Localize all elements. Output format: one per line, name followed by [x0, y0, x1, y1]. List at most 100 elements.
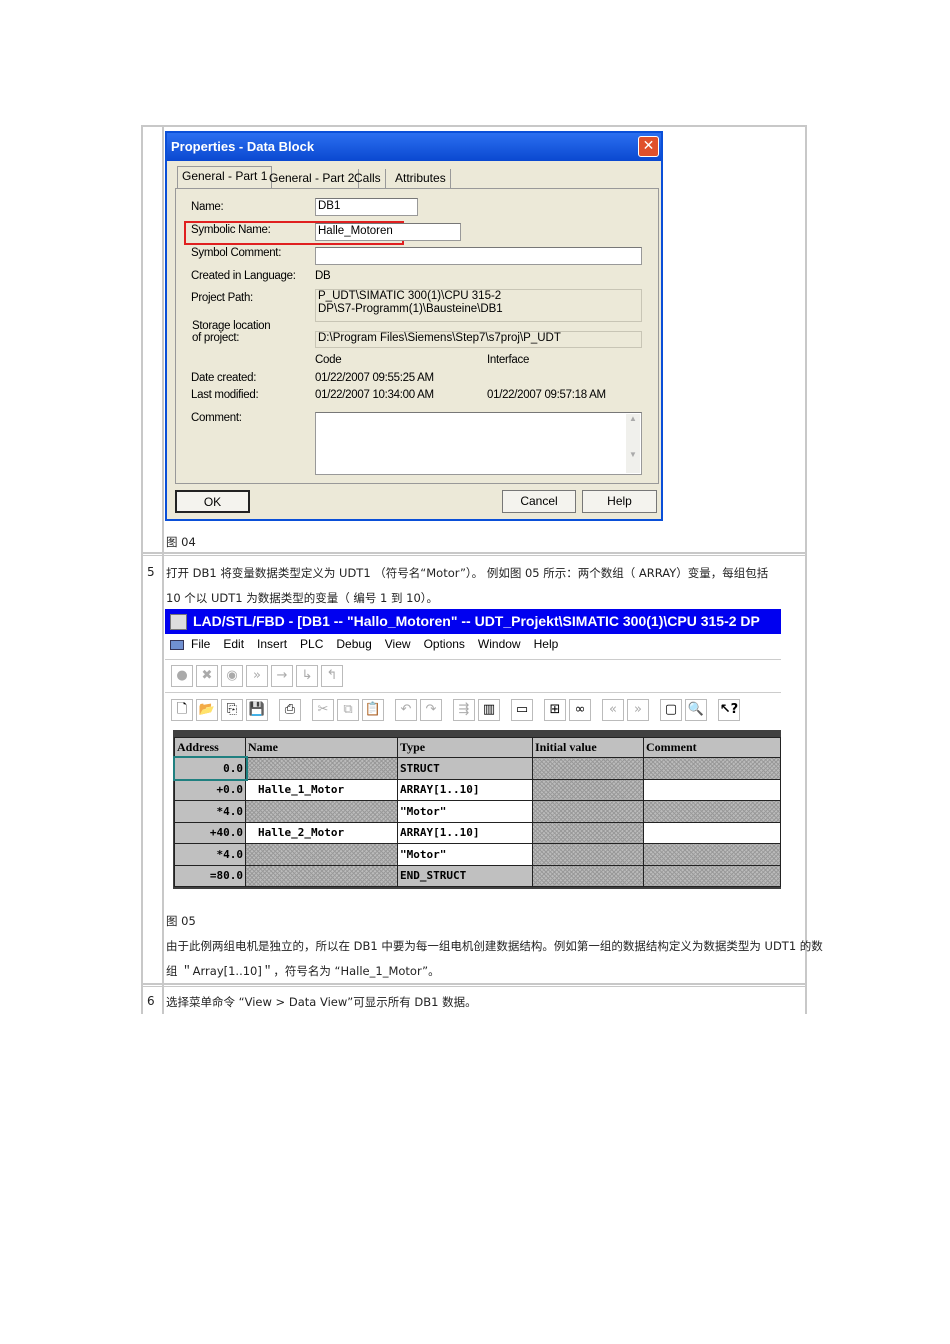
- step-number: 5: [147, 565, 155, 579]
- breakpoint-icon[interactable]: ●: [171, 665, 193, 687]
- tab-general-part-2[interactable]: General - Part 2: [265, 169, 360, 188]
- print-icon[interactable]: ⎙: [279, 699, 301, 721]
- table-row[interactable]: +40.0 Halle_2_Motor ARRAY[1..10]: [174, 821, 781, 844]
- type-cell[interactable]: "Motor": [397, 843, 533, 866]
- step-out-icon[interactable]: ↰: [321, 665, 343, 687]
- column-header[interactable]: Comment: [643, 737, 781, 758]
- column-header[interactable]: Initial value: [532, 737, 644, 758]
- glasses-icon[interactable]: ∞: [569, 699, 591, 721]
- new-icon[interactable]: 🗋: [171, 699, 193, 721]
- initial-value-cell[interactable]: [532, 757, 644, 780]
- name-cell[interactable]: Halle_1_Motor: [245, 778, 398, 801]
- type-cell[interactable]: END_STRUCT: [397, 864, 533, 887]
- save-icon[interactable]: 💾: [246, 699, 268, 721]
- last-modified-interface: 01/22/2007 09:57:18 AM: [487, 389, 606, 401]
- initial-value-cell[interactable]: [532, 800, 644, 823]
- context-help-icon[interactable]: ↖?: [718, 699, 740, 721]
- step-icon[interactable]: →: [271, 665, 293, 687]
- address-cell[interactable]: +0.0: [174, 778, 246, 801]
- menu-file[interactable]: File: [191, 637, 210, 651]
- name-field[interactable]: DB1: [315, 198, 418, 216]
- resume-icon[interactable]: »: [246, 665, 268, 687]
- type-cell[interactable]: STRUCT: [397, 757, 533, 780]
- menu-view[interactable]: View: [385, 637, 411, 651]
- initial-value-cell[interactable]: [532, 821, 644, 844]
- menu-insert[interactable]: Insert: [257, 637, 287, 651]
- tab-general-part-1[interactable]: General - Part 1: [177, 166, 273, 188]
- comment-cell[interactable]: [643, 778, 781, 801]
- column-header[interactable]: Name: [245, 737, 398, 758]
- table-row[interactable]: *4.0 "Motor": [174, 843, 781, 866]
- scrollbar[interactable]: ▲ ▼: [626, 414, 640, 473]
- address-cell[interactable]: =80.0: [174, 864, 246, 887]
- overview-icon[interactable]: ▭: [511, 699, 533, 721]
- column-header[interactable]: Address: [174, 737, 246, 758]
- address-cell[interactable]: *4.0: [174, 843, 246, 866]
- type-cell[interactable]: "Motor": [397, 800, 533, 823]
- name-cell[interactable]: [245, 843, 398, 866]
- initial-value-cell[interactable]: [532, 778, 644, 801]
- cancel-button[interactable]: Cancel: [502, 490, 576, 513]
- delete-breakpoint-icon[interactable]: ✖: [196, 665, 218, 687]
- initial-value-cell[interactable]: [532, 843, 644, 866]
- table-row[interactable]: =80.0 END_STRUCT: [174, 864, 781, 887]
- language-label: Created in Language:: [191, 270, 296, 282]
- comment-label: Comment:: [191, 412, 242, 424]
- row-divider: [141, 552, 807, 556]
- comment-cell[interactable]: [643, 757, 781, 780]
- window-icon[interactable]: ▢: [660, 699, 682, 721]
- tab-attributes[interactable]: Attributes: [391, 169, 451, 188]
- date-created-code: 01/22/2007 09:55:25 AM: [315, 372, 434, 384]
- menu-window[interactable]: Window: [478, 637, 521, 651]
- paste-icon[interactable]: 📋: [362, 699, 384, 721]
- tab-calls[interactable]: Calls: [350, 169, 386, 188]
- name-cell[interactable]: [245, 800, 398, 823]
- column-header[interactable]: Type: [397, 737, 533, 758]
- address-cell[interactable]: *4.0: [174, 800, 246, 823]
- menu-plc[interactable]: PLC: [300, 637, 323, 651]
- monitor-icon[interactable]: ▥: [478, 699, 500, 721]
- dialog-title: Properties - Data Block: [167, 133, 661, 161]
- lad-editor-window: LAD/STL/FBD - [DB1 -- "Hallo_Motoren" --…: [165, 609, 781, 889]
- open-icon[interactable]: 📂: [196, 699, 218, 721]
- comment-cell[interactable]: [643, 864, 781, 887]
- redo-icon[interactable]: ↷: [420, 699, 442, 721]
- network-icon[interactable]: ⊞: [544, 699, 566, 721]
- menu-options[interactable]: Options: [424, 637, 465, 651]
- project-path-line: DP\S7-Programm(1)\Bausteine\DB1: [318, 303, 503, 315]
- type-cell[interactable]: ARRAY[1..10]: [397, 821, 533, 844]
- help-button[interactable]: Help: [582, 490, 657, 513]
- menu-help[interactable]: Help: [534, 637, 559, 651]
- address-cell[interactable]: 0.0: [172, 755, 248, 781]
- name-cell[interactable]: Halle_2_Motor: [245, 821, 398, 844]
- symbolic-name-field[interactable]: Halle_Motoren: [315, 223, 461, 241]
- comment-cell[interactable]: [643, 800, 781, 823]
- first-icon[interactable]: «: [602, 699, 624, 721]
- symbol-comment-field[interactable]: [315, 247, 642, 265]
- undo-icon[interactable]: ↶: [395, 699, 417, 721]
- ok-button[interactable]: OK: [175, 490, 250, 513]
- last-icon[interactable]: »: [627, 699, 649, 721]
- table-row[interactable]: *4.0 "Motor": [174, 800, 781, 823]
- close-icon[interactable]: ✕: [638, 136, 659, 157]
- type-cell[interactable]: ARRAY[1..10]: [397, 778, 533, 801]
- accessible-nodes-icon[interactable]: ⎘: [221, 699, 243, 721]
- initial-value-cell[interactable]: [532, 864, 644, 887]
- comment-textarea[interactable]: ▲ ▼: [315, 412, 642, 475]
- copy-icon[interactable]: ⧉: [337, 699, 359, 721]
- name-cell[interactable]: [245, 757, 398, 780]
- cut-icon[interactable]: ✂: [312, 699, 334, 721]
- zoom-view-icon[interactable]: 🔍: [685, 699, 707, 721]
- table-row[interactable]: 0.0 STRUCT: [172, 755, 781, 781]
- menu-debug[interactable]: Debug: [336, 637, 371, 651]
- address-cell[interactable]: +40.0: [174, 821, 246, 844]
- name-cell[interactable]: [245, 864, 398, 887]
- storage-label: Storage location of project:: [192, 320, 271, 344]
- comment-cell[interactable]: [643, 821, 781, 844]
- table-row[interactable]: +0.0 Halle_1_Motor ARRAY[1..10]: [174, 778, 781, 801]
- comment-cell[interactable]: [643, 843, 781, 866]
- activate-breakpoint-icon[interactable]: ◉: [221, 665, 243, 687]
- load-icon[interactable]: ⇶: [453, 699, 475, 721]
- menu-edit[interactable]: Edit: [223, 637, 244, 651]
- step-into-icon[interactable]: ↳: [296, 665, 318, 687]
